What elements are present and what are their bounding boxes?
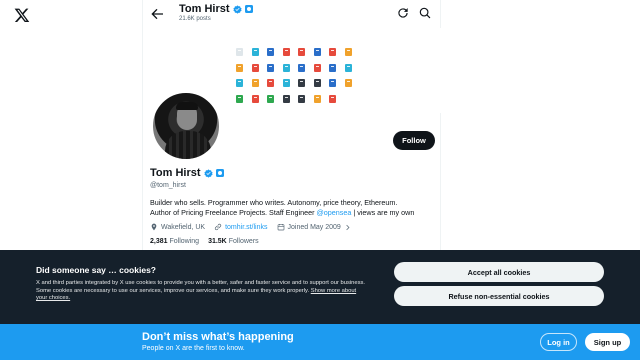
banner-tile xyxy=(329,94,336,103)
login-button[interactable]: Log in xyxy=(540,333,577,351)
profile-name: Tom Hirst xyxy=(150,167,224,179)
banner-tile-grid xyxy=(236,48,360,110)
login-promo-bar: Don’t miss what’s happening People on X … xyxy=(0,324,640,360)
promo-title: Don’t miss what’s happening xyxy=(142,331,294,343)
banner-tile xyxy=(267,63,274,72)
banner-tile xyxy=(313,48,321,56)
banner-tile xyxy=(298,63,305,72)
banner-tile xyxy=(267,79,274,87)
chevron-right-icon xyxy=(346,224,350,230)
affiliate-badge-icon xyxy=(244,5,253,13)
profile-name-text: Tom Hirst xyxy=(150,167,201,179)
refuse-cookies-button[interactable]: Refuse non-essential cookies xyxy=(394,286,604,306)
bio-line-1: Builder who sells. Programmer who writes… xyxy=(150,198,398,207)
banner-tile xyxy=(236,63,243,72)
banner-tile xyxy=(282,63,290,72)
banner-tile xyxy=(344,63,352,72)
location: Wakefield, UK xyxy=(150,223,205,231)
banner-tile xyxy=(267,94,274,103)
banner-tile xyxy=(251,94,259,103)
banner-tile xyxy=(282,79,290,87)
bio-line-2-end: | views are my own xyxy=(351,208,415,217)
bio-line-2-start: Author of Pricing Freelance Projects. St… xyxy=(150,208,317,217)
banner-tile xyxy=(329,79,336,87)
bio-mention-link[interactable]: @opensea xyxy=(316,208,351,217)
following-link[interactable]: 2,381 Following xyxy=(150,238,199,245)
affiliate-badge-icon xyxy=(215,169,224,177)
back-arrow-icon[interactable] xyxy=(149,6,165,22)
signup-button[interactable]: Sign up xyxy=(585,333,630,351)
profile-stats: 2,381 Following 31.5K Followers xyxy=(150,238,259,245)
banner-tile xyxy=(282,94,290,103)
search-icon[interactable] xyxy=(418,6,432,20)
banner-tile xyxy=(236,79,243,87)
x-logo-icon[interactable] xyxy=(14,7,30,23)
verified-badge-icon xyxy=(232,4,242,14)
banner-tile xyxy=(267,48,274,56)
follow-button[interactable]: Follow xyxy=(393,131,435,150)
cookie-banner: Did someone say … cookies? X and third p… xyxy=(0,250,640,324)
joined-text: Joined May 2009 xyxy=(287,223,341,231)
profile-bio: Builder who sells. Programmer who writes… xyxy=(150,198,438,218)
location-pin-icon xyxy=(151,223,157,231)
banner-tile xyxy=(313,79,321,87)
followers-count: 31.5K xyxy=(208,238,227,245)
verified-badge-icon xyxy=(203,168,213,178)
banner-tile xyxy=(298,94,305,103)
banner-tile xyxy=(236,48,243,56)
website-link[interactable]: tomhir.st/links xyxy=(225,224,267,231)
cookie-title: Did someone say … cookies? xyxy=(36,265,156,275)
banner-tile xyxy=(313,63,321,72)
promo-subtitle: People on X are the first to know. xyxy=(142,345,245,352)
banner-tile xyxy=(329,48,336,56)
calendar-icon xyxy=(277,224,284,231)
banner-tile xyxy=(313,94,321,103)
followers-link[interactable]: 31.5K Followers xyxy=(208,238,259,245)
header-title: Tom Hirst xyxy=(179,3,253,15)
banner-tile xyxy=(298,79,305,87)
post-count: 21.6K posts xyxy=(179,16,211,22)
page: Tom Hirst 21.6K posts Follow Tom Hirst @… xyxy=(0,0,640,360)
following-count: 2,381 xyxy=(150,238,168,245)
banner-tile xyxy=(329,63,336,72)
website[interactable]: tomhir.st/links xyxy=(214,223,268,231)
profile-column: Tom Hirst 21.6K posts Follow Tom Hirst @… xyxy=(142,0,442,250)
cookie-description: X and third parties integrated by X use … xyxy=(36,280,366,303)
banner-tile xyxy=(344,79,352,87)
banner-tile xyxy=(236,94,243,103)
avatar[interactable] xyxy=(151,91,221,161)
location-text: Wakefield, UK xyxy=(161,223,206,231)
banner-tile xyxy=(298,48,305,56)
banner-tile xyxy=(251,63,259,72)
accept-cookies-button[interactable]: Accept all cookies xyxy=(394,262,604,282)
banner-tile xyxy=(251,48,259,56)
followers-label: Followers xyxy=(228,238,259,245)
following-label: Following xyxy=(169,238,200,245)
joined-date[interactable]: Joined May 2009 xyxy=(277,223,351,231)
header-name: Tom Hirst xyxy=(179,3,230,15)
profile-handle: @tom_hirst xyxy=(150,182,186,189)
refresh-icon[interactable] xyxy=(396,6,410,20)
banner-tile xyxy=(282,48,290,56)
profile-header-bar: Tom Hirst 21.6K posts xyxy=(143,0,442,28)
banner-tile xyxy=(251,79,259,87)
banner-tile xyxy=(344,48,352,56)
profile-meta: Wakefield, UK tomhir.st/links Joined May… xyxy=(150,223,351,231)
link-icon xyxy=(214,223,222,231)
